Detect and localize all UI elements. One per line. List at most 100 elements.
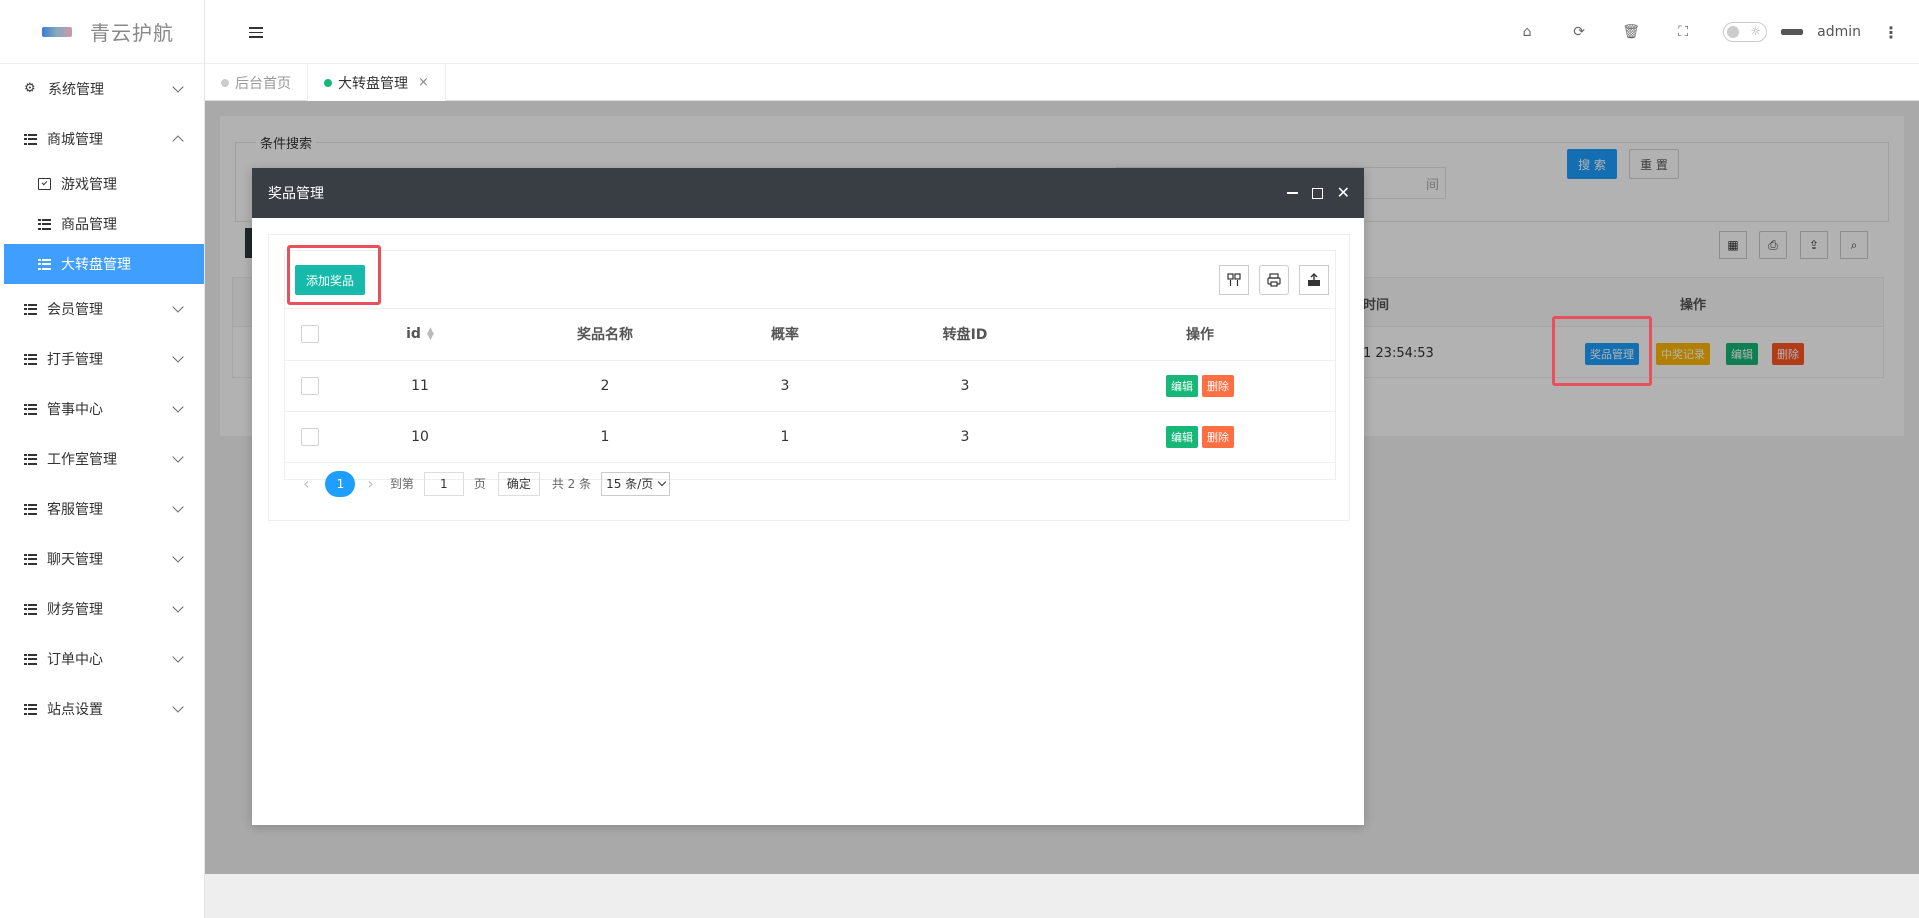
sidebar-subitem-products[interactable]: 商品管理 bbox=[0, 204, 204, 244]
maximize-icon[interactable] bbox=[1311, 187, 1323, 199]
tab-wheel[interactable]: 大转盘管理 × bbox=[308, 64, 446, 101]
tab-dot bbox=[221, 78, 229, 87]
close-icon[interactable]: ✕ bbox=[1337, 185, 1350, 201]
prize-table-container: 添加奖品 id ▲ ▼ 奖品名称 概率 转盘ID 操作 11 2 3 3 编辑 … bbox=[284, 245, 1336, 497]
sidebar-item-system[interactable]: ⚙ 系统管理 bbox=[0, 64, 204, 114]
delete-button[interactable]: 删除 bbox=[1202, 425, 1234, 448]
username[interactable]: admin bbox=[1817, 24, 1861, 40]
list-icon bbox=[24, 353, 37, 365]
sidebar-item-label: 大转盘管理 bbox=[61, 257, 131, 273]
chevron-down-icon bbox=[172, 351, 184, 363]
page-unit: 页 bbox=[473, 477, 486, 491]
sidebar-item-label: 商城管理 bbox=[47, 132, 103, 148]
highlight-box bbox=[1552, 316, 1652, 386]
confirm-page-button[interactable]: 确定 bbox=[497, 471, 540, 496]
list-icon bbox=[24, 703, 37, 715]
chevron-down-icon bbox=[172, 551, 184, 563]
sidebar-item-finance[interactable]: 财务管理 bbox=[0, 584, 204, 634]
print-icon[interactable] bbox=[1259, 265, 1289, 295]
column-header-label: id bbox=[406, 326, 421, 343]
sidebar-item-label: 系统管理 bbox=[48, 82, 104, 98]
row-checkbox[interactable] bbox=[301, 376, 319, 395]
header-checkbox-cell bbox=[285, 309, 335, 361]
cell-wheel-id: 3 bbox=[865, 360, 1065, 412]
columns-icon[interactable] bbox=[1219, 265, 1249, 295]
edit-button[interactable]: 编辑 bbox=[1166, 425, 1198, 448]
current-page[interactable]: 1 bbox=[325, 470, 356, 497]
sidebar-subitem-wheel[interactable]: 大转盘管理 bbox=[4, 244, 204, 284]
row-checkbox-cell bbox=[285, 411, 335, 463]
next-page-icon[interactable]: › bbox=[367, 474, 373, 493]
chevron-down-icon bbox=[172, 301, 184, 313]
cell-probability: 1 bbox=[705, 411, 865, 463]
edit-button[interactable]: 编辑 bbox=[1166, 374, 1198, 397]
tab-home[interactable]: 后台首页 bbox=[205, 64, 308, 101]
sidebar-item-label: 工作室管理 bbox=[47, 452, 117, 468]
table-row: 10 1 1 3 编辑 删除 bbox=[285, 411, 1335, 463]
column-header-probability: 概率 bbox=[705, 309, 865, 361]
cell-id: 10 bbox=[335, 411, 505, 463]
minimize-icon[interactable] bbox=[1286, 192, 1298, 194]
page-number-input[interactable]: 1 bbox=[423, 471, 464, 496]
row-checkbox[interactable] bbox=[301, 427, 319, 446]
delete-button[interactable]: 删除 bbox=[1202, 374, 1234, 397]
theme-toggle[interactable]: ☼ bbox=[1723, 22, 1768, 42]
sidebar-item-service[interactable]: 客服管理 bbox=[0, 484, 204, 534]
list-icon bbox=[24, 503, 37, 515]
prev-page-icon[interactable]: ‹ bbox=[303, 474, 309, 493]
page-size-select[interactable]: 15 条/页 bbox=[601, 471, 671, 496]
prize-table: id ▲ ▼ 奖品名称 概率 转盘ID 操作 11 2 3 3 编辑 删除 10… bbox=[285, 309, 1335, 463]
tab-label: 大转盘管理 bbox=[338, 75, 408, 92]
tab-label: 后台首页 bbox=[235, 75, 291, 92]
home-icon[interactable]: ⌂ bbox=[1501, 24, 1553, 40]
sidebar-item-label: 客服管理 bbox=[47, 502, 103, 518]
cell-wheel-id: 3 bbox=[865, 411, 1065, 463]
sidebar-item-label: 会员管理 bbox=[47, 302, 103, 318]
cell-name: 2 bbox=[505, 360, 705, 412]
export-icon[interactable] bbox=[1299, 265, 1329, 295]
list-icon bbox=[24, 453, 37, 465]
chevron-down-icon bbox=[172, 501, 184, 513]
close-icon[interactable]: × bbox=[418, 75, 429, 90]
chevron-down-icon bbox=[172, 81, 184, 93]
sidebar-item-label: 打手管理 bbox=[47, 352, 103, 368]
sidebar-item-site[interactable]: 站点设置 bbox=[0, 684, 204, 734]
cell-actions: 编辑 删除 bbox=[1065, 360, 1335, 412]
sidebar-item-studio[interactable]: 工作室管理 bbox=[0, 434, 204, 484]
menu-toggle-icon[interactable] bbox=[249, 27, 263, 38]
logo-text: 青云护航 bbox=[90, 21, 174, 45]
sort-icon[interactable]: ▲ ▼ bbox=[427, 327, 434, 342]
page-size-value: 15 条/页 bbox=[606, 477, 654, 491]
cell-probability: 3 bbox=[705, 360, 865, 412]
sidebar-item-label: 订单中心 bbox=[47, 652, 103, 668]
pagination: ‹ 1 › 到第 1 页 确定 共 2 条 15 条/页 bbox=[285, 463, 1335, 505]
logo[interactable]: 青云护航 bbox=[0, 0, 204, 64]
sidebar-item-members[interactable]: 会员管理 bbox=[0, 284, 204, 334]
sidebar-item-managers[interactable]: 管事中心 bbox=[0, 384, 204, 434]
sidebar-subitem-games[interactable]: 游戏管理 bbox=[0, 164, 204, 204]
select-all-checkbox[interactable] bbox=[301, 325, 319, 344]
list-icon bbox=[24, 133, 37, 145]
sidebar-item-chat[interactable]: 聊天管理 bbox=[0, 534, 204, 584]
fullscreen-icon[interactable]: ⛶ bbox=[1657, 24, 1709, 40]
trash-icon[interactable]: 🗑 bbox=[1605, 24, 1657, 40]
table-row: 11 2 3 3 编辑 删除 bbox=[285, 360, 1335, 412]
dialog-titlebar[interactable]: 奖品管理 ✕ bbox=[252, 168, 1364, 218]
avatar[interactable] bbox=[1781, 29, 1804, 35]
sidebar-item-mall[interactable]: 商城管理 bbox=[0, 114, 204, 164]
list-icon bbox=[38, 258, 51, 270]
list-icon bbox=[24, 403, 37, 415]
refresh-icon[interactable]: ⟳ bbox=[1553, 24, 1605, 40]
sidebar-item-label: 游戏管理 bbox=[61, 177, 117, 193]
chevron-down-icon bbox=[172, 401, 184, 413]
more-icon[interactable]: ⋮ bbox=[1883, 23, 1899, 42]
highlight-box bbox=[287, 245, 381, 305]
column-header-id[interactable]: id ▲ ▼ bbox=[335, 309, 505, 361]
dialog-body: 添加奖品 id ▲ ▼ 奖品名称 概率 转盘ID 操作 11 2 3 3 编辑 … bbox=[268, 234, 1350, 521]
chevron-down-icon bbox=[172, 601, 184, 613]
sidebar-item-players[interactable]: 打手管理 bbox=[0, 334, 204, 384]
sidebar: 青云护航 ⚙ 系统管理 商城管理 游戏管理 商品管理 大转盘管理 会员管理 打手… bbox=[0, 0, 205, 918]
sidebar-item-orders[interactable]: 订单中心 bbox=[0, 634, 204, 684]
table-header-row: id ▲ ▼ 奖品名称 概率 转盘ID 操作 bbox=[285, 309, 1335, 361]
list-icon bbox=[24, 603, 37, 615]
